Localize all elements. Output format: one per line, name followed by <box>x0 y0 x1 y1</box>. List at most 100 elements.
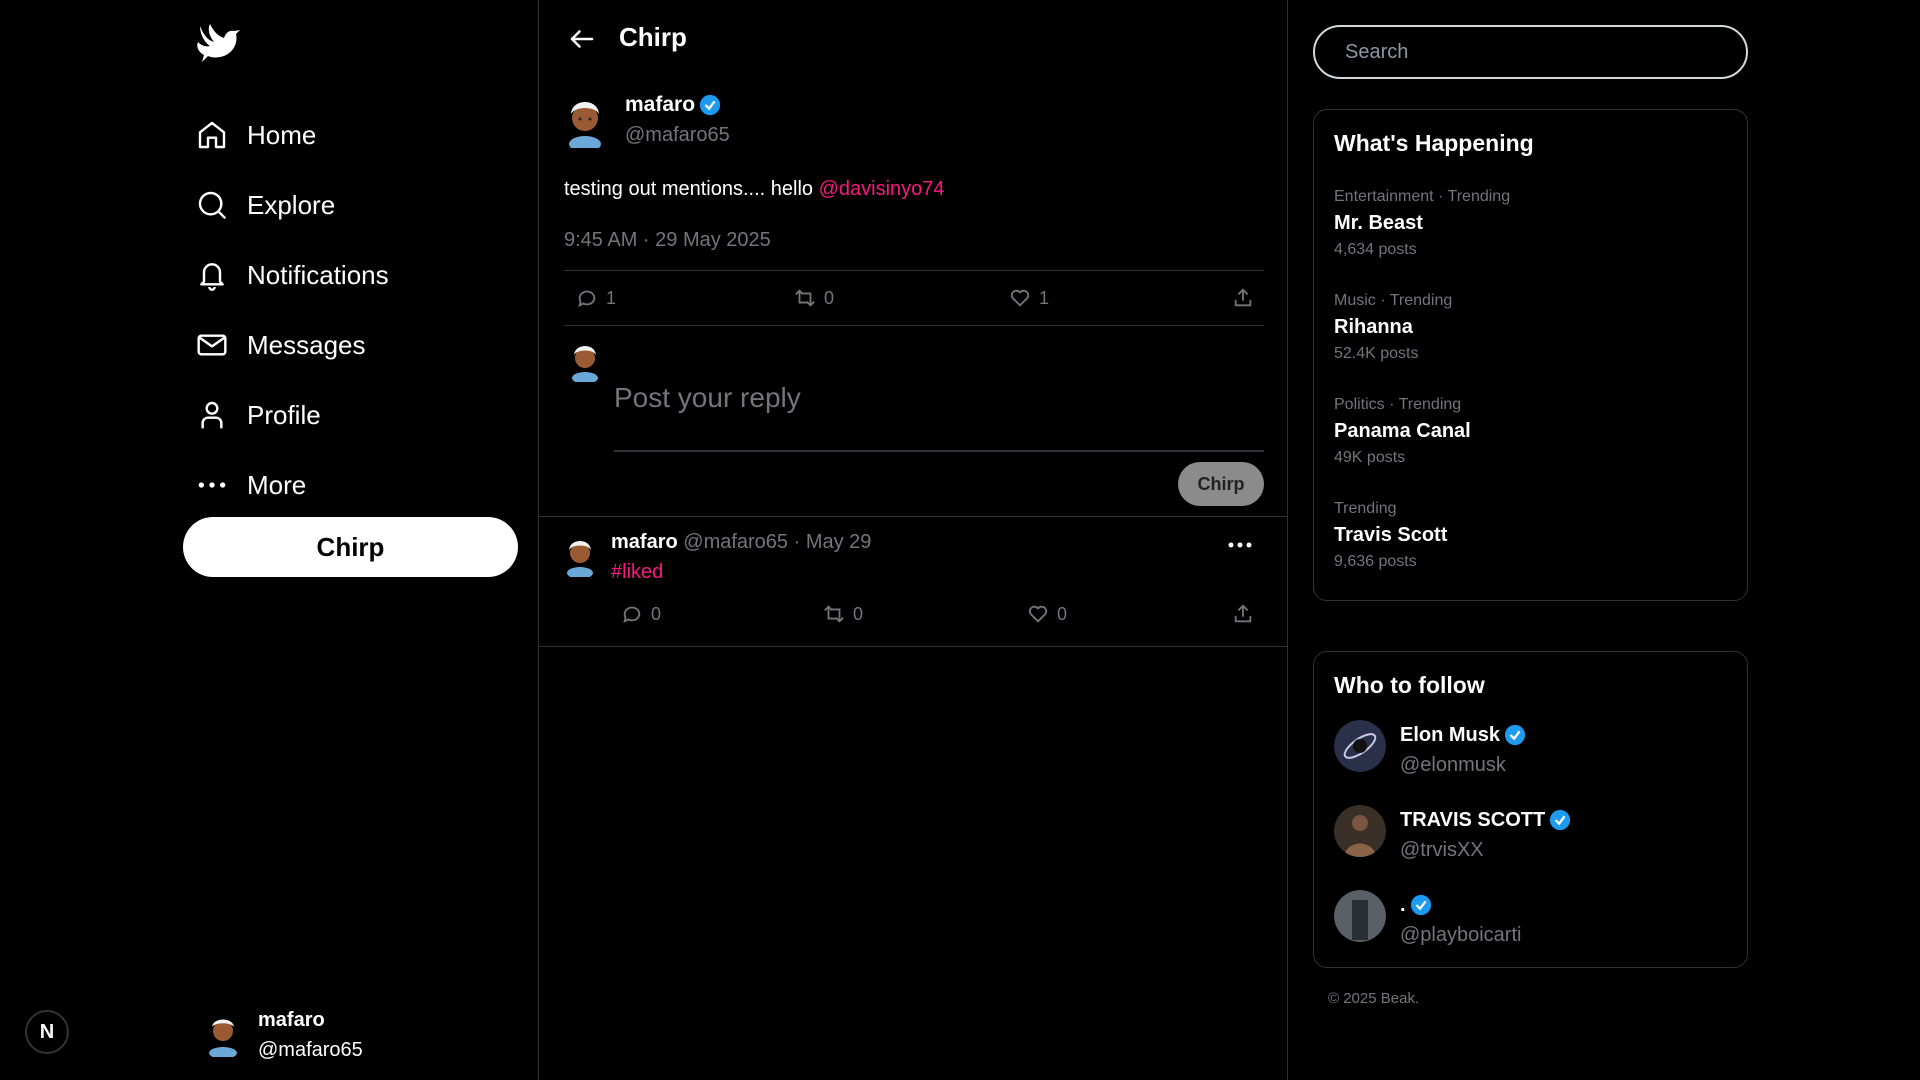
nav-profile-label: Profile <box>247 399 321 430</box>
user-icon <box>195 398 229 432</box>
share-icon <box>1234 604 1252 623</box>
home-icon <box>195 118 229 152</box>
follow-name: TRAVIS SCOTT <box>1400 805 1571 835</box>
account-switcher[interactable]: mafaro @mafaro65 <box>205 1005 363 1065</box>
post-author-name[interactable]: mafaro <box>625 90 730 120</box>
nav-explore-label: Explore <box>247 189 336 220</box>
nav-messages[interactable]: Messages <box>195 310 389 380</box>
nav-messages-label: Messages <box>247 329 366 360</box>
post-author-name-text: mafaro <box>625 93 696 116</box>
dove-logo-icon[interactable] <box>194 22 244 70</box>
avatar[interactable] <box>564 94 606 148</box>
follow-handle: @elonmusk <box>1400 754 1506 776</box>
page-title: Chirp <box>619 22 687 52</box>
trend-count: 4,634 posts <box>1334 241 1417 258</box>
reply-like-action[interactable]: 0 <box>1027 603 1067 625</box>
trend-count: 49K posts <box>1334 449 1406 466</box>
follow-suggestion[interactable]: TRAVIS SCOTT @trvisXX <box>1334 805 1571 865</box>
trend-item[interactable]: Politics · Trending Panama Canal 49K pos… <box>1334 396 1471 467</box>
nav-explore[interactable]: Explore <box>195 170 389 240</box>
chirp-button[interactable]: Chirp <box>183 517 518 577</box>
follow-suggestion[interactable]: Elon Musk @elonmusk <box>1334 720 1526 780</box>
avatar <box>1334 805 1386 857</box>
account-name: mafaro <box>258 1009 325 1031</box>
follow-handle: @trvisXX <box>1400 839 1484 861</box>
follow-name: . <box>1400 890 1521 920</box>
post-text: testing out mentions.... hello @davisiny… <box>564 178 1264 201</box>
reply-hashtag[interactable]: #liked <box>611 561 663 584</box>
follow-name-text: Elon Musk <box>1400 724 1501 746</box>
dev-badge[interactable]: N <box>25 1010 69 1054</box>
mail-icon <box>195 328 229 362</box>
heart-icon <box>1028 605 1048 623</box>
nav-more-label: More <box>247 469 307 500</box>
main-nav: Home Explore Notifications Messages Prof… <box>195 100 389 520</box>
back-arrow-icon[interactable] <box>567 24 597 54</box>
verified-badge-icon <box>1504 724 1526 746</box>
nav-profile[interactable]: Profile <box>195 380 389 450</box>
avatar <box>572 346 598 382</box>
reply-rechirp-action[interactable]: 0 <box>823 603 863 625</box>
nav-notifications[interactable]: Notifications <box>195 240 389 310</box>
trend-item[interactable]: Trending Travis Scott 9,636 posts <box>1334 500 1447 571</box>
rechirp-icon <box>795 289 815 307</box>
nav-more[interactable]: More <box>195 450 389 520</box>
trend-category: Politics · Trending <box>1334 396 1462 413</box>
left-sidebar: Home Explore Notifications Messages Prof… <box>0 0 538 1080</box>
rechirp-icon <box>824 605 844 623</box>
comment-icon <box>578 290 596 308</box>
like-count: 1 <box>1039 287 1050 308</box>
trend-category: Music · Trending <box>1334 292 1453 309</box>
follow-suggestion[interactable]: . @playboicarti <box>1334 890 1521 950</box>
rechirp-count: 0 <box>824 287 835 308</box>
like-action[interactable]: 1 <box>1009 287 1049 309</box>
trend-count: 9,636 posts <box>1334 553 1417 570</box>
avatar <box>1334 890 1386 942</box>
avatar[interactable] <box>564 535 596 577</box>
trend-item[interactable]: Music · Trending Rihanna 52.4K posts <box>1334 292 1452 363</box>
nav-home[interactable]: Home <box>195 100 389 170</box>
heart-icon <box>1010 289 1030 307</box>
rechirp-action[interactable]: 0 <box>794 287 834 309</box>
trend-count: 52.4K posts <box>1334 345 1419 362</box>
reply-action[interactable]: 1 <box>576 287 616 309</box>
search-input[interactable] <box>1313 25 1748 79</box>
share-action[interactable] <box>1232 287 1262 309</box>
trend-category: Entertainment · Trending <box>1334 188 1511 205</box>
trend-name: Rihanna <box>1334 316 1413 338</box>
account-handle: @mafaro65 <box>258 1039 363 1061</box>
main-post: mafaro @mafaro65 testing out mentions...… <box>564 90 1264 252</box>
reply-share-action[interactable] <box>1232 603 1262 625</box>
search-icon <box>195 188 229 222</box>
trends-card: What's Happening Entertainment · Trendin… <box>1313 109 1748 601</box>
comment-icon <box>623 606 641 624</box>
reply-post[interactable]: mafaro @mafaro65 · May 29 #liked 0 0 0 <box>539 517 1287 647</box>
who-to-follow-card: Who to follow Elon Musk @elonmusk TRAVIS… <box>1313 651 1748 968</box>
trend-item[interactable]: Entertainment · Trending Mr. Beast 4,634… <box>1334 188 1510 259</box>
reply-reply-count: 0 <box>651 603 662 624</box>
trend-name: Panama Canal <box>1334 420 1471 442</box>
reply-submit-button[interactable]: Chirp <box>1178 462 1264 506</box>
reply-composer-input[interactable] <box>614 340 1264 452</box>
post-mention-link[interactable]: @davisinyo74 <box>819 178 945 200</box>
nav-home-label: Home <box>247 119 317 150</box>
reply-like-count: 0 <box>1057 603 1068 624</box>
reply-author-name[interactable]: mafaro <box>611 531 678 553</box>
reply-rechirp-count: 0 <box>853 603 864 624</box>
post-author: mafaro @mafaro65 <box>564 90 1264 150</box>
follow-title: Who to follow <box>1334 672 1485 698</box>
main-column: Chirp mafaro @mafaro65 testing out menti… <box>538 0 1288 1080</box>
right-sidebar: What's Happening Entertainment · Trendin… <box>1313 0 1749 1080</box>
reply-reply-action[interactable]: 0 <box>621 603 661 625</box>
reply-meta: mafaro @mafaro65 · May 29 <box>611 531 871 554</box>
post-text-body: testing out mentions.... hello <box>564 178 819 200</box>
more-options-icon[interactable] <box>1225 533 1255 557</box>
reply-count: 1 <box>606 287 617 308</box>
follow-name-text: TRAVIS SCOTT <box>1400 809 1546 831</box>
follow-handle: @playboicarti <box>1400 924 1522 946</box>
post-author-handle[interactable]: @mafaro65 <box>625 120 730 150</box>
trend-name: Travis Scott <box>1334 524 1448 546</box>
post-timestamp[interactable]: 9:45 AM · 29 May 2025 <box>564 229 1264 252</box>
follow-name-text: . <box>1400 894 1406 916</box>
verified-badge-icon <box>1550 809 1571 831</box>
